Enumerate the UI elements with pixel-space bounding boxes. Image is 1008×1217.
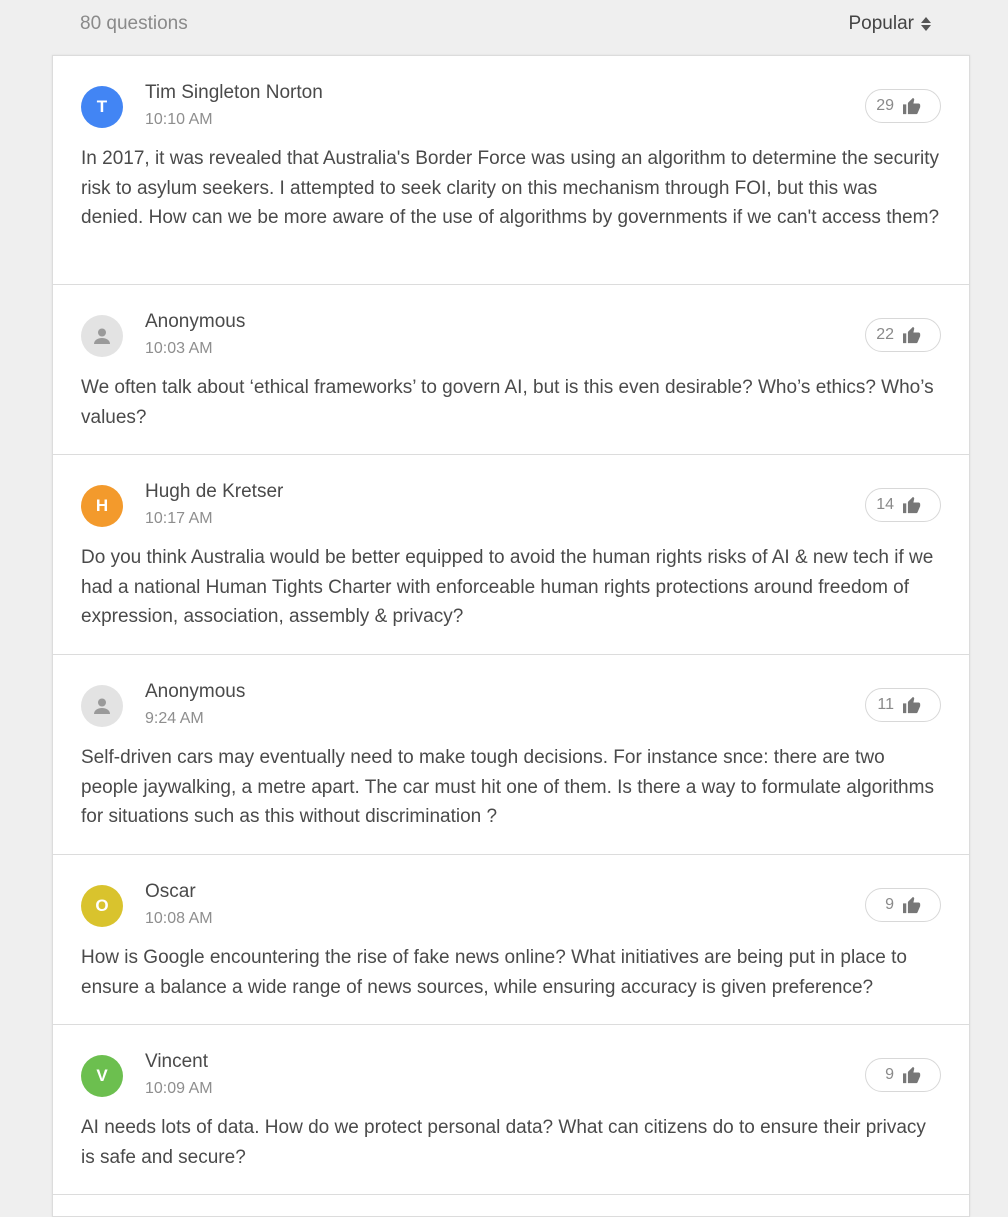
avatar: [81, 685, 123, 727]
thumbs-up-icon: [903, 696, 921, 714]
question-text: How is Google encountering the rise of f…: [81, 947, 907, 998]
upvote-button[interactable]: 29: [865, 89, 941, 123]
thumbs-up-icon: [903, 326, 921, 344]
avatar-initial: V: [96, 1066, 108, 1085]
upvote-button[interactable]: 11: [865, 688, 941, 722]
author-name: Hugh de Kretser: [145, 481, 284, 502]
avatar: [81, 315, 123, 357]
vote-count: 29: [876, 97, 894, 114]
question-item: O Oscar 10:08 AM 9 How is Google encount…: [53, 855, 969, 1025]
question-text: AI needs lots of data. How do we protect…: [81, 1117, 926, 1168]
sort-updown-icon: [920, 16, 932, 32]
avatar: O: [81, 885, 123, 927]
question-item: V Vincent 10:09 AM 9 AI needs lots of da…: [53, 1025, 969, 1195]
question-text: Do you think Australia would be better e…: [81, 547, 934, 627]
upvote-button[interactable]: 14: [865, 488, 941, 522]
avatar: T: [81, 86, 123, 128]
thumbs-up-icon: [903, 1066, 921, 1084]
timestamp: 10:03 AM: [145, 340, 213, 357]
avatar-initial: H: [95, 496, 109, 515]
avatar: V: [81, 1055, 123, 1097]
vote-count: 9: [885, 896, 894, 913]
thumbs-up-icon: [903, 896, 921, 914]
avatar-initial: O: [95, 896, 109, 915]
timestamp: 9:24 AM: [145, 710, 204, 727]
avatar-initial: T: [96, 97, 108, 116]
author-name: Anonymous: [145, 311, 246, 332]
vote-count: 22: [876, 326, 894, 343]
upvote-button[interactable]: 9: [865, 1058, 941, 1092]
question-text: Self-driven cars may eventually need to …: [81, 747, 934, 827]
upvote-button[interactable]: 9: [865, 888, 941, 922]
avatar: H: [81, 485, 123, 527]
person-icon: [94, 698, 110, 714]
vote-count: 11: [877, 696, 894, 713]
questions-header: 80 questions Popular: [52, 0, 968, 54]
author-name: Tim Singleton Norton: [145, 82, 323, 103]
vote-count: 9: [885, 1066, 894, 1083]
timestamp: 10:09 AM: [145, 1080, 213, 1097]
author-name: Anonymous: [145, 681, 246, 702]
question-text: In 2017, it was revealed that Australia'…: [81, 148, 940, 228]
vote-count: 14: [876, 496, 894, 513]
thumbs-up-icon: [903, 97, 921, 115]
person-icon: [94, 328, 110, 344]
sort-dropdown[interactable]: Popular: [849, 13, 933, 35]
sort-label: Popular: [848, 13, 915, 34]
upvote-button[interactable]: 22: [865, 318, 941, 352]
questions-list: T Tim Singleton Norton 10:10 AM 29 In 20…: [52, 55, 970, 1217]
thumbs-up-icon: [903, 496, 921, 514]
timestamp: 10:10 AM: [145, 111, 213, 128]
question-count: 80 questions: [80, 13, 188, 34]
author-name: Oscar: [145, 881, 196, 902]
question-text: We often talk about ‘ethical frameworks’…: [81, 377, 934, 428]
question-item: Anonymous 9:24 AM 11 Self-driven cars ma…: [53, 655, 969, 855]
question-item: H Hugh de Kretser 10:17 AM 14 Do you thi…: [53, 455, 969, 655]
timestamp: 10:17 AM: [145, 510, 213, 527]
author-name: Vincent: [145, 1051, 209, 1072]
question-item: Anonymous 10:03 AM 22 We often talk abou…: [53, 285, 969, 455]
timestamp: 10:08 AM: [145, 910, 213, 927]
question-item: T Tim Singleton Norton 10:10 AM 29 In 20…: [53, 56, 969, 285]
